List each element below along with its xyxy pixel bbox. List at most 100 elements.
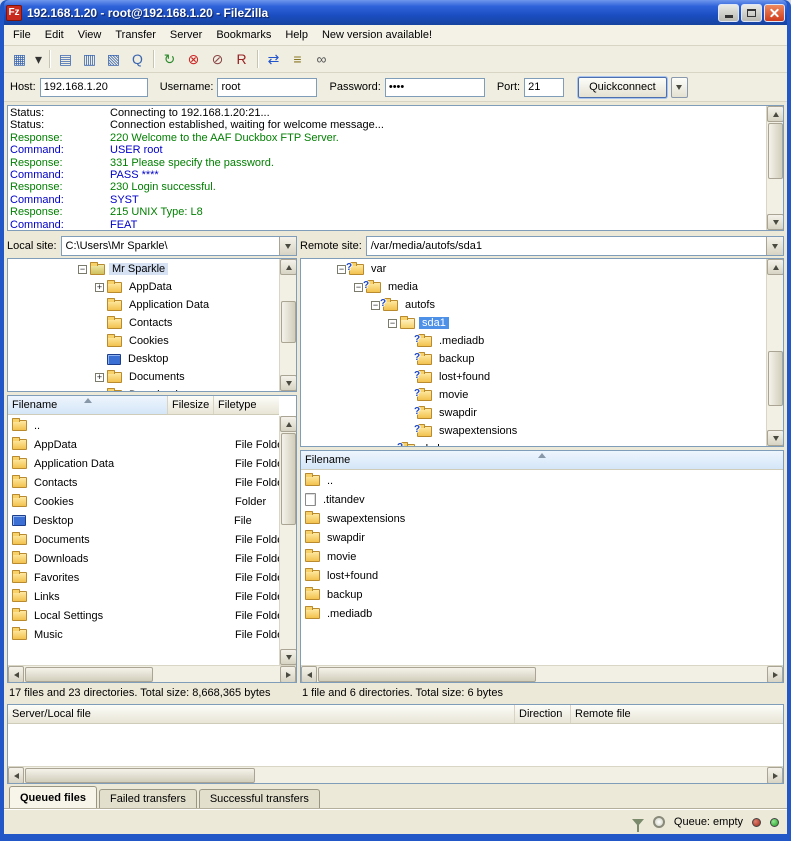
- scroll-up-button[interactable]: [767, 106, 784, 122]
- tab-successful-transfers[interactable]: Successful transfers: [199, 789, 320, 808]
- tree-item[interactable]: swapextensions: [301, 422, 765, 440]
- username-input[interactable]: [217, 78, 317, 97]
- scroll-down-button[interactable]: [280, 649, 297, 665]
- close-button[interactable]: [764, 4, 785, 22]
- column-filetype[interactable]: Filetype: [214, 396, 279, 414]
- tree-item[interactable]: movie: [301, 386, 765, 404]
- column-remote-file[interactable]: Remote file: [571, 705, 783, 723]
- file-row[interactable]: ..: [301, 471, 783, 490]
- tree-item[interactable]: − var: [301, 260, 765, 278]
- find-files-button[interactable]: ∞: [310, 48, 333, 70]
- toggle-remote-tree-button[interactable]: ▧: [102, 48, 125, 70]
- column-filesize[interactable]: Filesize: [168, 396, 214, 414]
- file-row[interactable]: swapextensions: [301, 509, 783, 528]
- scroll-up-button[interactable]: [280, 416, 297, 432]
- menu-edit[interactable]: Edit: [38, 26, 71, 44]
- tree-item[interactable]: swapdir: [301, 404, 765, 422]
- expander-icon[interactable]: +: [95, 373, 104, 382]
- scroll-left-button[interactable]: [8, 666, 24, 683]
- tab-queued-files[interactable]: Queued files: [9, 786, 97, 808]
- tab-failed-transfers[interactable]: Failed transfers: [99, 789, 197, 808]
- site-manager-dropdown-button[interactable]: ▾: [32, 48, 45, 70]
- menu-file[interactable]: File: [6, 26, 38, 44]
- file-row[interactable]: Downloads File Folder: [8, 549, 279, 568]
- scrollbar-thumb[interactable]: [25, 768, 255, 783]
- toggle-queue-button[interactable]: Q: [126, 48, 149, 70]
- toolbar-separator[interactable]: [254, 48, 261, 70]
- scroll-right-button[interactable]: [767, 666, 783, 683]
- scroll-left-button[interactable]: [8, 767, 24, 784]
- file-row[interactable]: ..: [8, 416, 279, 435]
- expander-icon[interactable]: +: [95, 391, 104, 393]
- speed-limit-icon[interactable]: [653, 816, 665, 828]
- scrollbar-thumb[interactable]: [281, 301, 296, 343]
- combo-dropdown-button[interactable]: [766, 237, 783, 255]
- toggle-local-tree-button[interactable]: ▥: [78, 48, 101, 70]
- tree-item[interactable]: + AppData: [8, 278, 278, 296]
- file-row[interactable]: Contacts File Folder: [8, 473, 279, 492]
- scroll-down-button[interactable]: [767, 430, 784, 446]
- menu-view[interactable]: View: [71, 26, 109, 44]
- file-row[interactable]: Application Data File Folder: [8, 454, 279, 473]
- scroll-up-button[interactable]: [767, 259, 784, 275]
- column-direction[interactable]: Direction: [515, 705, 571, 723]
- file-row[interactable]: .titandev: [301, 490, 783, 509]
- tree-item-sda1[interactable]: − sda1: [301, 314, 765, 332]
- remote-path-combobox[interactable]: /var/media/autofs/sda1: [366, 236, 784, 256]
- toolbar-separator[interactable]: [46, 48, 53, 70]
- refresh-button[interactable]: ↻: [158, 48, 181, 70]
- remote-tree-scrollbar[interactable]: [766, 259, 783, 446]
- remote-list-hscrollbar[interactable]: [301, 665, 783, 682]
- expander-icon[interactable]: −: [337, 265, 346, 274]
- scroll-up-button[interactable]: [280, 259, 297, 275]
- expander-icon[interactable]: −: [354, 283, 363, 292]
- tree-item[interactable]: − Mr Sparkle: [8, 260, 278, 278]
- scroll-right-button[interactable]: [280, 666, 296, 683]
- file-row[interactable]: Links File Folder: [8, 587, 279, 606]
- scroll-left-button[interactable]: [301, 666, 317, 683]
- scroll-down-button[interactable]: [767, 214, 784, 230]
- title-bar[interactable]: Fz 192.168.1.20 - root@192.168.1.20 - Fi…: [4, 0, 787, 25]
- tree-item[interactable]: − autofs: [301, 296, 765, 314]
- column-filename[interactable]: Filename: [301, 451, 783, 469]
- site-manager-button[interactable]: ▦: [8, 48, 31, 70]
- file-row[interactable]: movie: [301, 547, 783, 566]
- scrollbar-thumb[interactable]: [768, 123, 783, 179]
- column-server-local-file[interactable]: Server/Local file: [8, 705, 515, 723]
- expander-icon[interactable]: −: [371, 301, 380, 310]
- combo-dropdown-button[interactable]: [279, 237, 296, 255]
- maximize-button[interactable]: [741, 4, 762, 22]
- tree-item[interactable]: Desktop: [8, 350, 278, 368]
- cancel-button[interactable]: ⊗: [182, 48, 205, 70]
- tree-item[interactable]: Contacts: [8, 314, 278, 332]
- file-row[interactable]: backup: [301, 585, 783, 604]
- scrollbar-thumb[interactable]: [281, 433, 296, 525]
- local-tree-scrollbar[interactable]: [279, 259, 296, 391]
- expander-icon[interactable]: −: [78, 265, 87, 274]
- file-row[interactable]: Cookies Folder: [8, 492, 279, 511]
- tree-item[interactable]: Cookies: [8, 332, 278, 350]
- expander-icon[interactable]: −: [388, 319, 397, 328]
- directory-compare-button[interactable]: ⇄: [262, 48, 285, 70]
- menu-transfer[interactable]: Transfer: [108, 26, 163, 44]
- menu-server[interactable]: Server: [163, 26, 209, 44]
- queue-hscrollbar[interactable]: [8, 766, 783, 783]
- file-row[interactable]: Desktop File: [8, 511, 279, 530]
- tree-item[interactable]: lost+found: [301, 368, 765, 386]
- local-path-combobox[interactable]: C:\Users\Mr Sparkle\: [61, 236, 297, 256]
- toolbar-separator[interactable]: [150, 48, 157, 70]
- scrollbar-thumb[interactable]: [318, 667, 536, 682]
- disconnect-button[interactable]: ⊘: [206, 48, 229, 70]
- local-list-scrollbar[interactable]: [279, 416, 296, 665]
- reconnect-button[interactable]: R: [230, 48, 253, 70]
- scroll-down-button[interactable]: [280, 375, 297, 391]
- tree-item[interactable]: .mediadb: [301, 332, 765, 350]
- file-row[interactable]: Local Settings File Folder: [8, 606, 279, 625]
- file-row[interactable]: Music File Folder: [8, 625, 279, 644]
- minimize-button[interactable]: [718, 4, 739, 22]
- tree-item[interactable]: Application Data: [8, 296, 278, 314]
- host-input[interactable]: [40, 78, 148, 97]
- quickconnect-dropdown-button[interactable]: [671, 77, 688, 98]
- log-scrollbar[interactable]: [766, 106, 783, 230]
- column-filename[interactable]: Filename: [8, 396, 168, 414]
